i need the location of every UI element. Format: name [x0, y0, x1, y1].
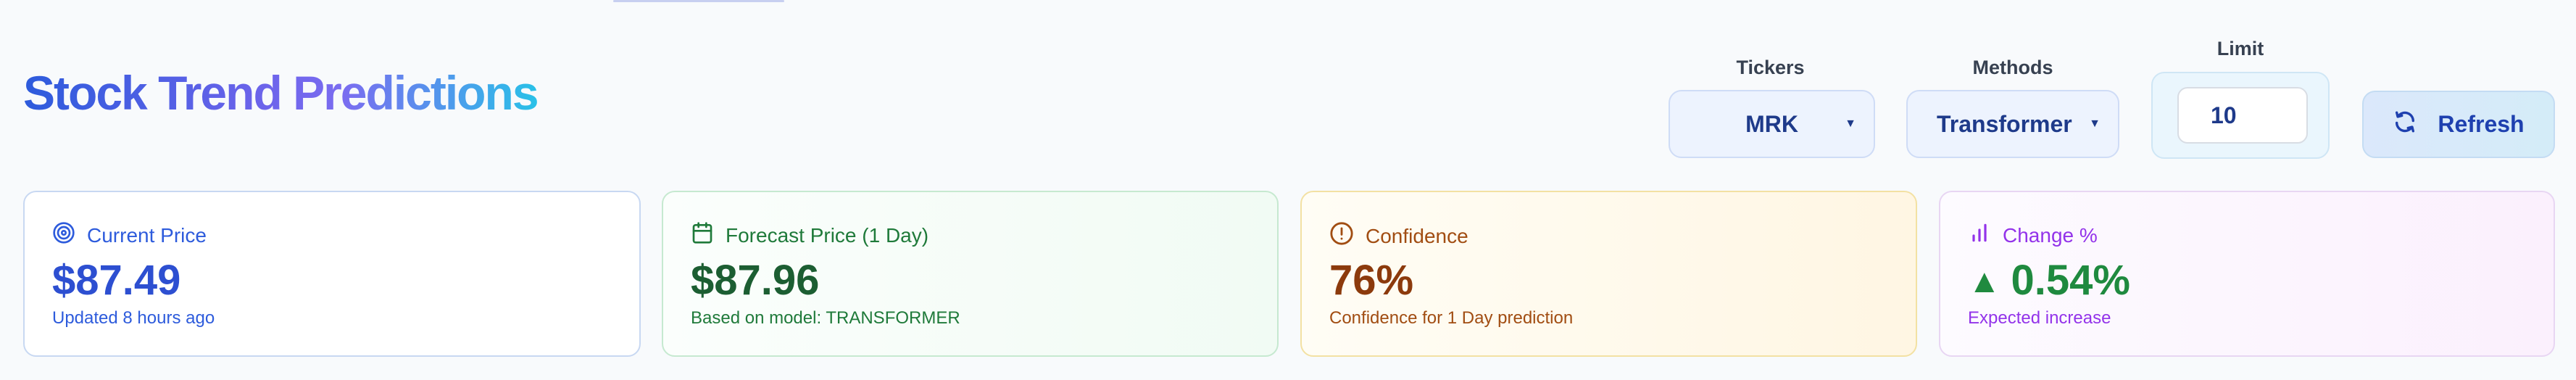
methods-selected-value: Transformer — [1937, 110, 2072, 137]
card-subtitle: Based on model: TRANSFORMER — [691, 308, 960, 328]
target-icon — [52, 221, 75, 249]
forecast-price-value: $87.96 — [691, 257, 820, 304]
limit-container — [2151, 72, 2330, 159]
methods-select[interactable]: Transformer ▼ — [1906, 90, 2119, 158]
card-title: Confidence — [1366, 224, 1468, 247]
top-progress-indicator — [613, 0, 784, 2]
tickers-select[interactable]: MRK ▼ — [1669, 90, 1875, 158]
change-percent-text: 0.54% — [2011, 257, 2130, 304]
current-price-card: Current Price $87.49 Updated 8 hours ago — [23, 191, 641, 357]
card-title: Change % — [2003, 223, 2098, 247]
card-subtitle: Updated 8 hours ago — [52, 308, 215, 328]
forecast-price-card: Forecast Price (1 Day) $87.96 Based on m… — [662, 191, 1279, 357]
alert-circle-icon — [1329, 221, 1354, 251]
change-percent-value: ▲ 0.54% — [1968, 256, 2130, 305]
card-title: Forecast Price (1 Day) — [726, 223, 929, 247]
confidence-card: Confidence 76% Confidence for 1 Day pred… — [1300, 191, 1917, 357]
limit-input[interactable] — [2177, 87, 2308, 144]
refresh-label: Refresh — [2438, 111, 2525, 137]
bar-chart-icon — [1968, 221, 1991, 249]
current-price-value: $87.49 — [52, 257, 181, 304]
card-subtitle: Confidence for 1 Day prediction — [1329, 308, 1574, 328]
tickers-label: Tickers — [1736, 57, 1805, 78]
tickers-selected-value: MRK — [1745, 110, 1798, 137]
refresh-icon — [2393, 110, 2417, 140]
trend-up-icon: ▲ — [1968, 261, 2001, 300]
card-title: Current Price — [87, 223, 207, 247]
page-title: Stock Trend Predictions — [23, 66, 539, 120]
chevron-down-icon: ▼ — [1845, 117, 1856, 130]
limit-label: Limit — [2216, 38, 2264, 59]
chevron-down-icon: ▼ — [2089, 117, 2101, 130]
change-percent-card: Change % ▲ 0.54% Expected increase — [1939, 191, 2555, 357]
refresh-button[interactable]: Refresh — [2362, 91, 2555, 158]
calendar-icon — [691, 221, 714, 249]
card-subtitle: Expected increase — [1968, 308, 2111, 328]
confidence-value: 76% — [1329, 257, 1414, 304]
methods-label: Methods — [1972, 57, 2053, 78]
